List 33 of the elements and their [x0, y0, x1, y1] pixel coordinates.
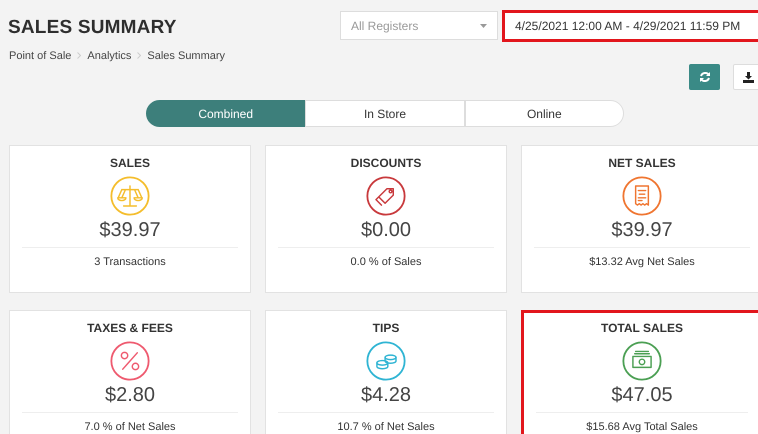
card-value: $39.97 [610, 218, 674, 243]
card-note: 7.0 % of Net Sales [22, 412, 238, 434]
card-value: $4.28 [360, 383, 412, 408]
date-range-field[interactable]: 4/25/2021 12:00 AM - 4/29/2021 11:59 PM [502, 10, 758, 42]
refresh-icon [698, 71, 710, 83]
download-button[interactable] [733, 64, 758, 90]
card-title: TIPS [372, 321, 400, 336]
card-note: 0.0 % of Sales [278, 247, 494, 269]
card-note: 10.7 % of Net Sales [278, 412, 494, 434]
breadcrumb-current: Sales Summary [147, 48, 226, 64]
page-title: SALES SUMMARY [8, 16, 178, 40]
card-note: $15.68 Avg Total Sales [536, 412, 748, 434]
card-note: $13.32 Avg Net Sales [534, 247, 750, 269]
chevron-icon [137, 52, 142, 60]
card-title: TAXES & FEES [86, 321, 174, 336]
card-title: SALES [108, 156, 151, 171]
tab[interactable]: In Store [305, 100, 465, 127]
card-value: $47.05 [610, 383, 674, 408]
breadcrumb-link[interactable]: Point of Sale [9, 48, 72, 64]
card-value: $2.80 [104, 383, 156, 408]
card-value: $0.00 [360, 218, 412, 243]
refresh-button[interactable] [689, 64, 720, 90]
download-icon [743, 72, 754, 82]
tab[interactable]: Online [464, 100, 624, 127]
breadcrumb-link[interactable]: Analytics [87, 48, 132, 64]
card-title: DISCOUNTS [350, 156, 422, 171]
card-title: NET SALES [607, 156, 677, 171]
tab[interactable]: Combined [146, 100, 306, 127]
card-note: 3 Transactions [22, 247, 238, 269]
card-value: $39.97 [98, 218, 162, 243]
chevron-icon [77, 52, 82, 60]
card-title: TOTAL SALES [600, 321, 684, 336]
caret-icon [480, 24, 487, 28]
